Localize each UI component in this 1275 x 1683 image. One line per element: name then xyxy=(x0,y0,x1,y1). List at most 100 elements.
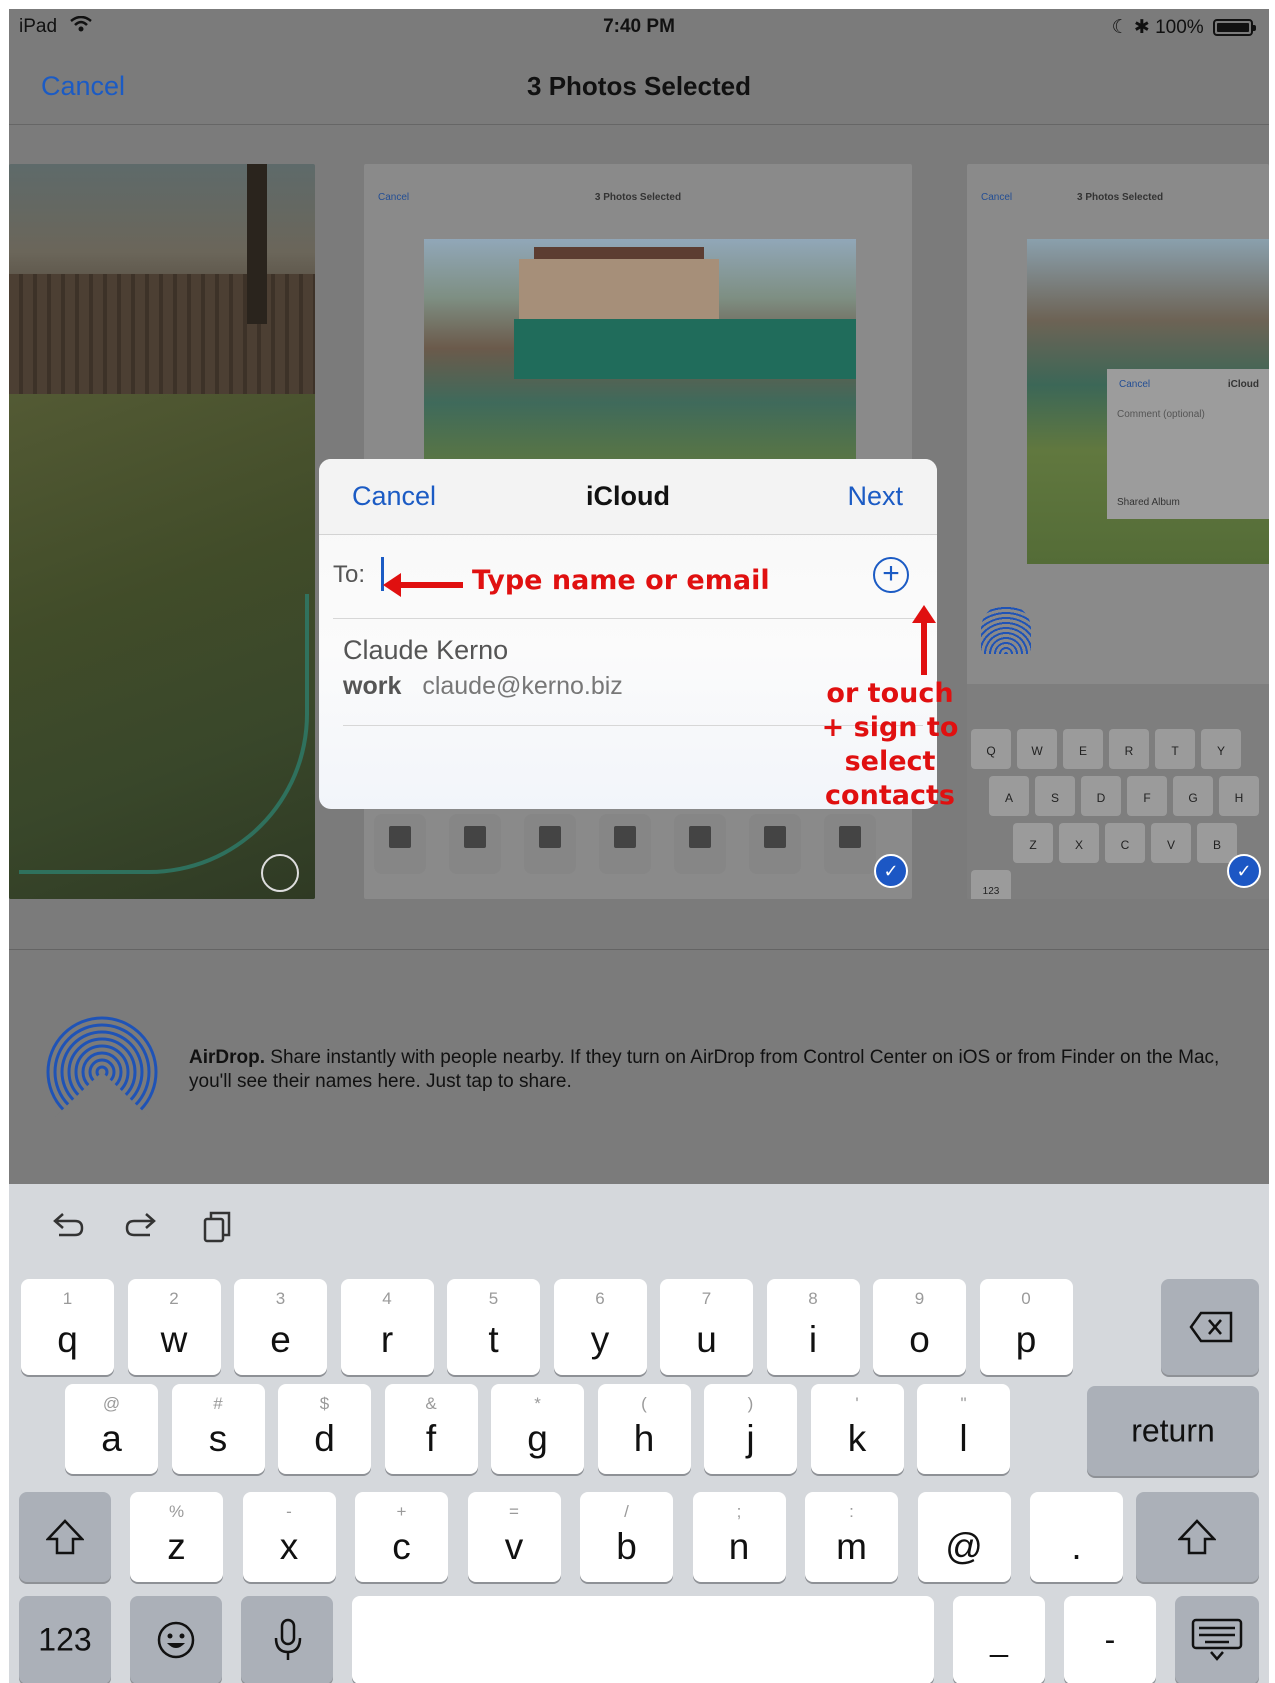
contact-name: Claude Kerno xyxy=(343,635,509,665)
delete-key[interactable] xyxy=(1161,1279,1259,1375)
key-m[interactable]: :m xyxy=(805,1492,898,1582)
divider xyxy=(9,949,1269,950)
emoji-key[interactable] xyxy=(130,1596,222,1683)
key-hint: & xyxy=(425,1394,437,1413)
undo-icon[interactable] xyxy=(47,1209,87,1249)
key-a[interactable]: @ a xyxy=(65,1384,158,1474)
key-t[interactable]: 5t xyxy=(447,1279,540,1375)
key-v[interactable]: = v xyxy=(467,1492,561,1582)
annotation-arrow-up xyxy=(912,605,936,675)
key-label: u xyxy=(696,1319,717,1360)
key-r[interactable]: 4r xyxy=(340,1279,434,1375)
airdrop-description: AirDrop. Share instantly with people nea… xyxy=(189,1046,1249,1094)
shift-key-left[interactable] xyxy=(19,1492,111,1582)
key-label: b xyxy=(616,1526,637,1567)
key-l[interactable]: " l xyxy=(917,1384,1010,1474)
key-j[interactable]: ) j xyxy=(704,1384,797,1474)
status-bar: iPad 7:40 PM ☾ ✱ 100% xyxy=(9,9,1269,45)
thumb-nav-bar: Cancel 3 Photos Selected xyxy=(364,164,912,212)
thumb-key: Z xyxy=(1013,823,1053,863)
photo-fence xyxy=(9,274,315,394)
key-at[interactable]: @ xyxy=(917,1492,1011,1582)
photo-backyard[interactable] xyxy=(9,164,315,899)
sheet-next-button[interactable]: Next xyxy=(847,481,903,512)
thumb-key: E xyxy=(1063,729,1103,769)
selection-circle[interactable] xyxy=(261,854,299,892)
dash-key[interactable]: - xyxy=(1064,1596,1156,1683)
thumb-action xyxy=(449,814,501,874)
annotation-arrow-left xyxy=(383,573,463,597)
key-label: w xyxy=(160,1319,188,1360)
bluetooth-icon: ✱ xyxy=(1133,17,1150,38)
key-hint: 8 xyxy=(808,1289,818,1308)
key-n[interactable]: ; n xyxy=(692,1492,786,1582)
selected-checkmark-icon[interactable]: ✓ xyxy=(1227,854,1261,888)
key-q[interactable]: 1q xyxy=(21,1279,114,1375)
shift-key-right[interactable] xyxy=(1136,1492,1259,1582)
selected-checkmark-icon[interactable]: ✓ xyxy=(874,854,908,888)
annotation-line: select xyxy=(844,746,936,777)
key-p[interactable]: 0p xyxy=(979,1279,1073,1375)
annotation-line: or touch xyxy=(826,678,954,709)
key-x[interactable]: -x xyxy=(242,1492,336,1582)
key-s[interactable]: # s xyxy=(171,1384,265,1474)
redo-icon[interactable] xyxy=(122,1209,162,1249)
space-bar[interactable] xyxy=(352,1596,934,1683)
key-label: k xyxy=(847,1418,867,1459)
key-label: f xyxy=(425,1418,437,1459)
key-c[interactable]: + c xyxy=(355,1492,448,1582)
key-label: a xyxy=(101,1418,122,1459)
thumb-action xyxy=(599,814,651,874)
thumb-key: Q xyxy=(971,729,1011,769)
contact-type: work xyxy=(343,672,402,700)
key-hint: % xyxy=(168,1502,185,1521)
key-g[interactable]: * g xyxy=(491,1384,584,1474)
thumb-title: 3 Photos Selected xyxy=(594,192,682,203)
return-key[interactable]: return xyxy=(1087,1386,1259,1476)
thumb-key: G xyxy=(1173,776,1213,816)
photo-screenshot-2[interactable]: Cancel 3 Photos Selected Cancel iCloud C… xyxy=(967,164,1269,899)
thumb-key: Y xyxy=(1201,729,1241,769)
numbers-key[interactable]: 123 xyxy=(19,1596,111,1683)
add-contact-button[interactable]: + xyxy=(873,557,909,593)
key-w[interactable]: 2w xyxy=(127,1279,221,1375)
key-d[interactable]: $ d xyxy=(278,1384,371,1474)
key-k[interactable]: ' k xyxy=(810,1384,904,1474)
key-hint: 1 xyxy=(62,1289,73,1308)
key-hint: 5 xyxy=(488,1289,499,1308)
key-u[interactable]: 7u xyxy=(660,1279,753,1375)
key-hint: ) xyxy=(747,1394,754,1413)
dash-label: - xyxy=(1104,1621,1116,1658)
thumb-popover-title: iCloud xyxy=(1227,379,1259,390)
key-y[interactable]: 6y xyxy=(553,1279,647,1375)
key-hint: : xyxy=(849,1502,854,1521)
key-o[interactable]: 9o xyxy=(873,1279,966,1375)
key-period[interactable]: . xyxy=(1030,1492,1123,1582)
key-i[interactable]: 8i xyxy=(766,1279,860,1375)
photo-tree xyxy=(247,164,267,324)
underscore-key[interactable]: _ xyxy=(953,1596,1045,1683)
status-time: 7:40 PM xyxy=(603,16,675,37)
paste-icon[interactable] xyxy=(197,1209,237,1249)
key-b[interactable]: / b xyxy=(580,1492,673,1582)
thumb-nav-bar: Cancel 3 Photos Selected xyxy=(967,164,1269,212)
key-h[interactable]: (h xyxy=(597,1384,691,1474)
thumb-key: S xyxy=(1035,776,1075,816)
thumb-key: B xyxy=(1197,823,1237,863)
key-z[interactable]: % z xyxy=(130,1492,223,1582)
key-hint: 6 xyxy=(595,1289,605,1308)
key-f[interactable]: & f xyxy=(384,1384,478,1474)
to-label: To: xyxy=(333,561,366,588)
annotation-line: contacts xyxy=(825,780,955,811)
annotation-line: + sign to xyxy=(821,712,959,743)
thumb-popover: Cancel iCloud Comment (optional) Shared … xyxy=(1107,369,1269,519)
thumb-action xyxy=(374,814,426,874)
key-e[interactable]: 3e xyxy=(234,1279,327,1375)
annotation-touch-hint: or touch + sign to select contacts xyxy=(817,677,963,813)
hide-keyboard-key[interactable] xyxy=(1175,1596,1259,1683)
dictation-key[interactable] xyxy=(241,1596,333,1683)
key-hint: 7 xyxy=(701,1289,712,1308)
thumb-popover-comment: Comment (optional) xyxy=(1117,409,1205,420)
thumb-key: R xyxy=(1109,729,1149,769)
thumb-popover-cancel: Cancel xyxy=(1119,379,1151,390)
